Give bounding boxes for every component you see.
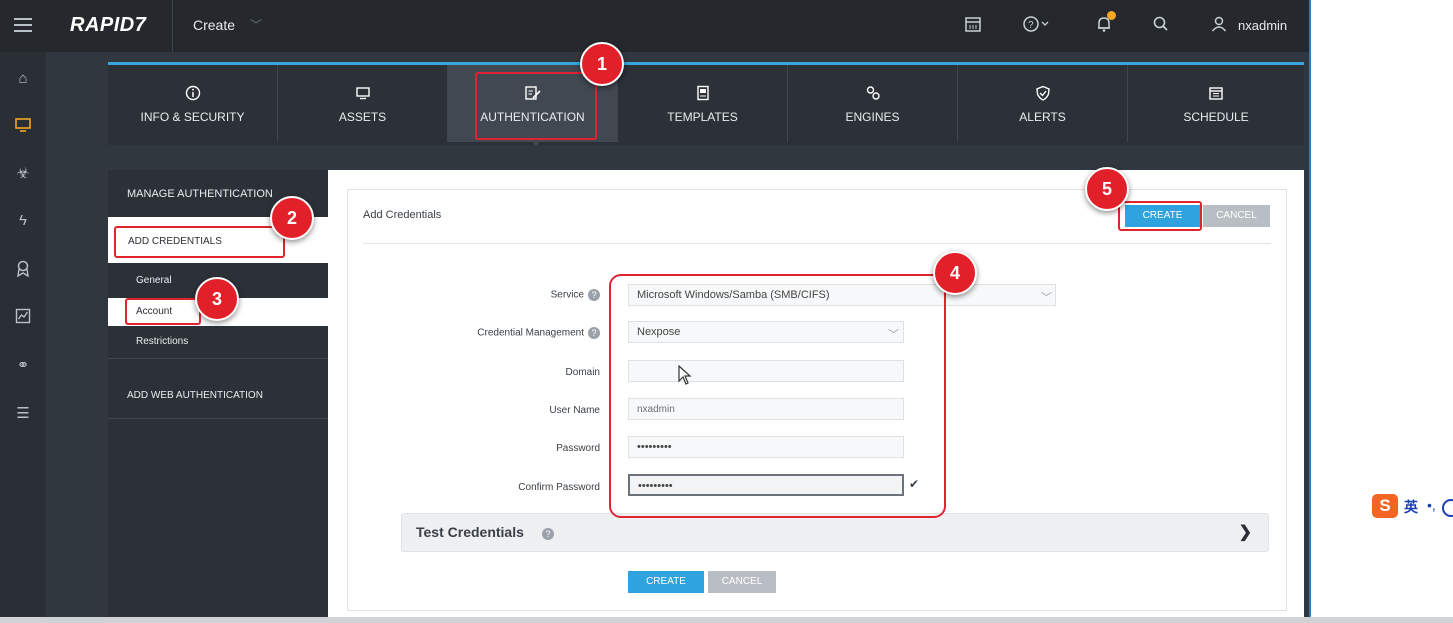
divider xyxy=(363,243,1271,244)
step-marker-4: 4 xyxy=(933,251,977,295)
chevron-down-icon: ﹀ xyxy=(1041,292,1052,304)
tab-label: ASSETS xyxy=(338,110,387,124)
highlight-authentication-tab xyxy=(475,72,597,140)
tab-templates[interactable]: TEMPLATES xyxy=(618,65,788,142)
top-bar: RAPID7 Create ﹀ ? nxadmin xyxy=(0,0,1309,52)
create-menu[interactable]: Create xyxy=(193,17,235,33)
username-label: User Name xyxy=(549,405,600,416)
step-marker-3: 3 xyxy=(195,277,239,321)
subnav-item-label: General xyxy=(136,275,172,286)
domain-label: Domain xyxy=(565,367,600,378)
divider xyxy=(108,418,328,419)
help-icon[interactable]: ? xyxy=(542,528,554,540)
help-icon[interactable]: ? xyxy=(588,327,600,339)
subnav-item-restrictions[interactable]: Restrictions xyxy=(108,328,328,356)
create-button-bottom[interactable]: CREATE xyxy=(628,571,704,593)
chart-icon[interactable] xyxy=(14,308,32,328)
home-icon[interactable]: ⌂ xyxy=(14,70,32,87)
tab-schedule[interactable]: SCHEDULE xyxy=(1128,65,1304,142)
left-nav: ⌂ ☣ ϟ ⚭ ☰ xyxy=(0,52,46,618)
service-label-text: Service xyxy=(550,289,584,301)
highlight-credential-form xyxy=(609,274,946,518)
biohazard-icon[interactable]: ☣ xyxy=(14,164,32,182)
highlight-add-credentials xyxy=(114,226,285,258)
username-label[interactable]: nxadmin xyxy=(1238,18,1287,33)
tab-label: TEMPLATES xyxy=(667,110,738,124)
tab-info-security[interactable]: INFO & SECURITY xyxy=(108,65,278,142)
subnav-item-label: Restrictions xyxy=(136,336,189,347)
ime-language-toggle[interactable]: 英 xyxy=(1404,497,1418,517)
test-credentials-panel[interactable]: Test Credentials ? ❯ xyxy=(401,513,1269,552)
step-marker-1: 1 xyxy=(580,42,624,86)
link-icon[interactable]: ⚭ xyxy=(14,356,32,374)
card-title: Add Credentials xyxy=(363,209,442,221)
search-icon[interactable] xyxy=(1152,15,1170,38)
tab-label: SCHEDULE xyxy=(1183,110,1249,124)
help-icon[interactable]: ? xyxy=(588,289,600,301)
step-marker-5: 5 xyxy=(1085,167,1129,211)
bottom-strip xyxy=(0,617,1453,623)
menu-icon[interactable] xyxy=(14,18,32,32)
tab-label: ENGINES xyxy=(845,110,900,124)
list-icon[interactable]: ☰ xyxy=(14,404,32,422)
shield-icon xyxy=(958,85,1127,103)
help-icon[interactable]: ? xyxy=(1022,15,1052,38)
notification-badge xyxy=(1107,11,1116,20)
monitor-icon xyxy=(278,85,447,103)
tab-assets[interactable]: ASSETS xyxy=(278,65,448,142)
test-credentials-label: Test Credentials xyxy=(416,524,524,540)
user-icon[interactable] xyxy=(1210,15,1228,38)
chevron-right-icon[interactable]: ❯ xyxy=(1239,522,1252,542)
vulnerability-icon[interactable]: ϟ xyxy=(14,212,32,229)
tab-alerts[interactable]: ALERTS xyxy=(958,65,1128,142)
step-marker-2: 2 xyxy=(270,196,314,240)
tab-label: INFO & SECURITY xyxy=(140,110,245,124)
info-icon xyxy=(108,85,277,103)
manage-authentication-link[interactable]: MANAGE AUTHENTICATION xyxy=(127,188,273,200)
rapid7-logo[interactable]: RAPID7 xyxy=(70,14,146,37)
calendar-icon[interactable] xyxy=(964,15,982,38)
ime-punctuation-toggle[interactable]: •, xyxy=(1427,497,1436,513)
credential-management-label-text: Credential Management xyxy=(477,327,584,339)
service-label: Service? xyxy=(400,289,600,301)
highlight-create-button xyxy=(1118,201,1202,231)
ribbon-icon[interactable] xyxy=(14,260,32,282)
credential-management-label: Credential Management? xyxy=(400,327,600,339)
tab-engines[interactable]: ENGINES xyxy=(788,65,958,142)
monitor-icon[interactable] xyxy=(14,117,32,137)
app-window: RAPID7 Create ﹀ ? nxadmin ⌂ ☣ ϟ ⚭ ☰ INFO… xyxy=(0,0,1311,618)
ime-toolbar[interactable]: S 英 •, xyxy=(1372,494,1453,520)
ime-logo-icon[interactable]: S xyxy=(1372,494,1398,518)
highlight-account xyxy=(125,298,201,325)
confirm-password-label: Confirm Password xyxy=(518,482,600,493)
add-web-authentication-link[interactable]: ADD WEB AUTHENTICATION xyxy=(127,390,263,401)
gears-icon xyxy=(788,85,957,103)
chevron-down-icon[interactable]: ﹀ xyxy=(250,16,262,33)
calendar-icon xyxy=(1128,85,1304,103)
cancel-button-bottom[interactable]: CANCEL xyxy=(708,571,776,593)
cancel-button-top[interactable]: CANCEL xyxy=(1203,205,1270,227)
divider xyxy=(108,358,328,359)
svg-text:?: ? xyxy=(1028,20,1034,31)
template-icon xyxy=(618,85,787,103)
password-label: Password xyxy=(556,443,600,454)
divider xyxy=(172,0,173,52)
tab-label: ALERTS xyxy=(1019,110,1066,124)
ime-emoji-icon[interactable] xyxy=(1442,499,1453,517)
config-tabs: INFO & SECURITY ASSETS AUTHENTICATION TE… xyxy=(108,62,1304,145)
